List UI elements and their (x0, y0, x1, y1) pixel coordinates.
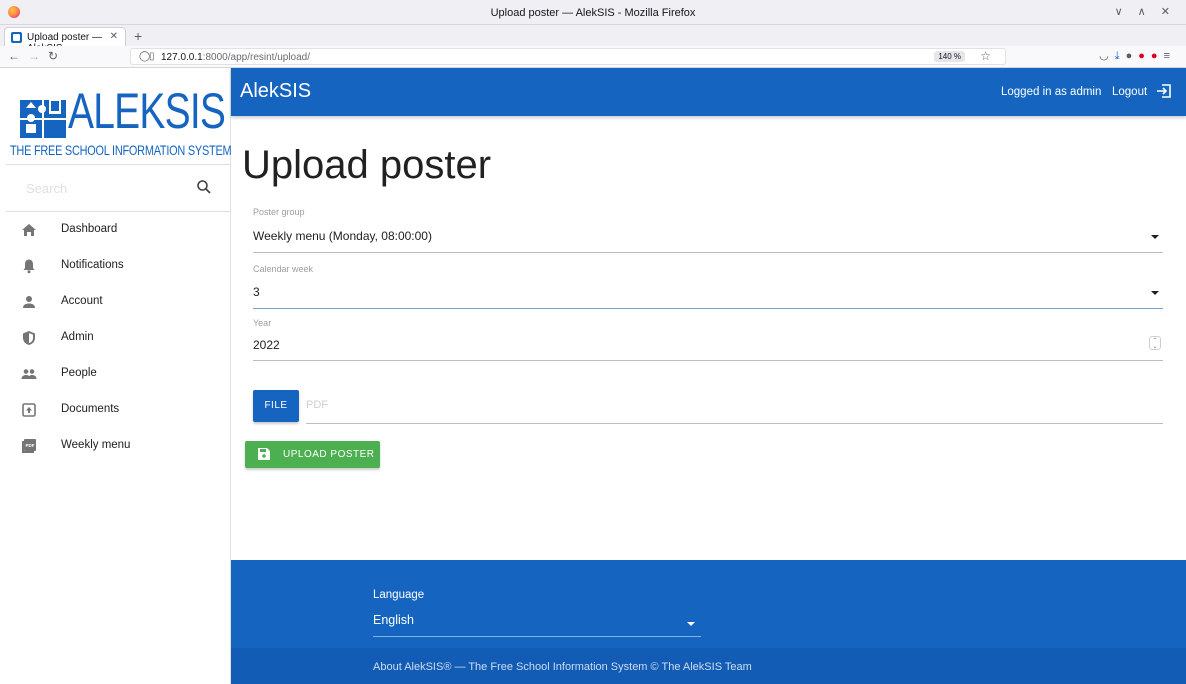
menu-icon[interactable]: ≡ (1164, 50, 1176, 62)
language-underline (373, 636, 701, 637)
bell-icon (23, 259, 35, 274)
logout-link[interactable]: Logout (1112, 86, 1147, 98)
search-icon[interactable] (196, 179, 212, 195)
language-label: Language (373, 589, 425, 601)
page-title: Upload poster (242, 143, 492, 187)
calendar-week-underline (253, 308, 1163, 309)
ublock-icon[interactable]: ● (1138, 50, 1151, 62)
year-input[interactable]: 2022 (253, 338, 280, 352)
page-info-icon[interactable]: ▯ (149, 51, 155, 62)
poster-group-label: Poster group (253, 207, 305, 217)
sidebar-item-notifications[interactable]: Notifications (6, 248, 231, 284)
window-title: Upload poster — AlekSIS - Mozilla Firefo… (490, 7, 696, 19)
url-host: 127.0.0.1 (161, 52, 203, 63)
chevron-down-icon[interactable] (1151, 291, 1159, 295)
save-icon (258, 448, 270, 460)
people-icon (21, 369, 37, 379)
sidebar-search (6, 164, 231, 212)
svg-text:PDF: PDF (26, 443, 35, 448)
tab-strip: Upload poster — AlekSIS ✕ + (0, 25, 1186, 54)
file-button[interactable]: FILE (253, 390, 299, 422)
url-bar[interactable]: ◯ ▯ 127.0.0.1:8000/app/resint/upload/ 14… (130, 48, 1006, 65)
favicon-icon (11, 32, 22, 43)
window-titlebar: Upload poster — AlekSIS - Mozilla Firefo… (0, 0, 1186, 25)
chevron-down-icon[interactable] (687, 622, 695, 626)
sidebar-item-label: Notifications (61, 259, 124, 271)
toolbar-icons: ◡⤓●●●≡ (1099, 49, 1176, 63)
url-path: :8000/app/resint/upload/ (202, 52, 311, 63)
sidebar: ALEKSIS THE FREE SCHOOL INFORMATION SYST… (6, 68, 232, 684)
sidebar-item-label: Admin (61, 331, 94, 343)
year-underline (253, 360, 1163, 361)
number-spinner[interactable]: ⌃ ⌄ (1149, 336, 1161, 350)
extension-badge-icon[interactable]: ● (1151, 50, 1164, 62)
upload-poster-button[interactable]: UPLOAD POSTER (245, 441, 380, 468)
logout-icon[interactable] (1156, 83, 1172, 99)
poster-group-underline (253, 252, 1163, 253)
sidebar-item-documents[interactable]: Documents (6, 392, 231, 428)
chevron-down-icon[interactable] (1151, 235, 1159, 239)
poster-group-select[interactable]: Weekly menu (Monday, 08:00:00) (253, 229, 432, 243)
person-icon (23, 296, 35, 308)
year-label: Year (253, 318, 272, 328)
sidebar-item-people[interactable]: People (6, 356, 231, 392)
zoom-level[interactable]: 140 % (934, 51, 965, 62)
sidebar-item-label: People (61, 367, 97, 379)
sidebar-item-label: Weekly menu (61, 439, 131, 451)
close-tab-icon[interactable]: ✕ (110, 31, 118, 42)
shield-icon (23, 331, 35, 345)
calendar-week-label: Calendar week (253, 264, 314, 274)
sidebar-item-admin[interactable]: Admin (6, 320, 231, 356)
browser-navbar: ← → ↻ ◯ ▯ 127.0.0.1:8000/app/resint/uplo… (0, 46, 1186, 68)
app-header: AlekSIS Logged in as admin Logout (231, 68, 1186, 116)
bookmark-star-icon[interactable]: ☆ (980, 49, 991, 63)
pdf-icon: PDF (22, 439, 36, 453)
puzzle-logo-icon (20, 98, 66, 138)
reload-icon[interactable]: ↻ (48, 49, 58, 63)
page-footer: Language English About AlekSIS® — The Fr… (231, 560, 1186, 684)
file-path-underline (306, 423, 1163, 424)
search-input[interactable] (26, 178, 176, 198)
main-content: Upload poster Poster group Weekly menu (… (231, 116, 1186, 560)
language-select[interactable]: English (373, 613, 414, 627)
home-icon (22, 224, 36, 236)
sidebar-nav: Dashboard Notifications Account Admin Pe… (6, 212, 231, 464)
file-path-input[interactable]: PDF (306, 399, 328, 411)
window-controls[interactable]: ∨ ∧ ✕ (1115, 5, 1176, 18)
back-icon[interactable]: ← (8, 49, 20, 63)
logo-wordmark: ALEKSIS (68, 83, 226, 139)
footer-copyright[interactable]: About AlekSIS® — The Free School Informa… (373, 661, 752, 673)
new-tab-button[interactable]: + (134, 28, 142, 44)
pocket-icon[interactable]: ◡ (1099, 50, 1115, 62)
upload-poster-label: UPLOAD POSTER (283, 449, 375, 460)
logged-in-status: Logged in as admin (1001, 86, 1102, 98)
aleksis-logo[interactable]: ALEKSIS THE FREE SCHOOL INFORMATION SYST… (6, 68, 232, 163)
upload-document-icon (22, 403, 36, 417)
sidebar-item-account[interactable]: Account (6, 284, 231, 320)
sidebar-item-weekly-menu[interactable]: PDF Weekly menu (6, 428, 231, 464)
sidebar-item-label: Documents (61, 403, 120, 415)
sidebar-item-dashboard[interactable]: Dashboard (6, 212, 231, 248)
calendar-week-select[interactable]: 3 (253, 285, 260, 299)
download-icon[interactable]: ⤓ (1115, 50, 1126, 62)
brand-logo[interactable]: AlekSIS (240, 80, 311, 103)
sidebar-item-label: Dashboard (61, 223, 118, 235)
logo-tagline: THE FREE SCHOOL INFORMATION SYSTEM (10, 142, 232, 158)
extension-icon[interactable]: ● (1126, 50, 1139, 62)
browser-tab[interactable]: Upload poster — AlekSIS ✕ (4, 27, 126, 54)
sidebar-item-label: Account (61, 295, 103, 307)
forward-icon[interactable]: → (28, 49, 40, 63)
